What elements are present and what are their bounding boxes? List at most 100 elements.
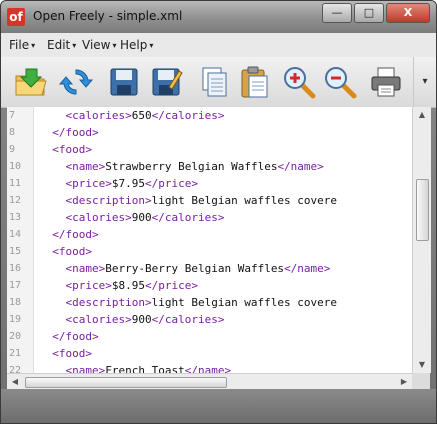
window-controls: — □ X — [320, 3, 430, 23]
close-tag: </name> — [184, 364, 232, 373]
code-editor[interactable]: 7 <calories>650</calories> 8 </food> 9 <fo… — [7, 107, 412, 373]
menu-edit[interactable]: Edit ▾ — [47, 38, 76, 52]
code-line: 13 <calories>900</calories> — [7, 209, 412, 226]
menu-file-label: File — [9, 38, 30, 52]
save-as-icon — [152, 68, 183, 96]
code-text: <food> — [39, 243, 92, 260]
window-title: Open Freely - simple.xml — [33, 9, 183, 23]
open-tag: <food> — [52, 245, 92, 258]
code-text: <name>Strawberry Belgian Waffles</name> — [39, 158, 324, 175]
open-tag: <food> — [52, 347, 92, 360]
open-tag: </food> — [52, 330, 99, 343]
open-button[interactable] — [13, 65, 47, 99]
element-text: 900 — [131, 211, 152, 224]
copy-button[interactable] — [197, 65, 231, 99]
line-number: 18 — [9, 297, 22, 308]
element-text: 900 — [131, 313, 152, 326]
element-text: $8.95 — [111, 279, 145, 292]
open-tag: <price> — [65, 279, 112, 292]
menu-help[interactable]: Help ▾ — [120, 38, 153, 52]
print-icon — [371, 67, 401, 97]
close-tag: </calories> — [151, 211, 225, 224]
code-text: </food> — [39, 124, 99, 141]
code-text: <calories>900</calories> — [39, 209, 225, 226]
window-bottom-frame — [1, 389, 436, 423]
chevron-down-icon: ▾ — [149, 41, 154, 50]
code-line: 16 <name>Berry-Berry Belgian Waffles</na… — [7, 260, 412, 277]
scroll-down-arrow-icon[interactable]: ▼ — [413, 357, 431, 373]
code-line: 12 <description>light Belgian waffles co… — [7, 192, 412, 209]
minimize-button[interactable]: — — [322, 3, 352, 23]
open-tag: <name> — [65, 160, 106, 173]
save-as-button[interactable] — [149, 65, 183, 99]
horizontal-scroll-thumb[interactable] — [25, 377, 227, 388]
vertical-scroll-thumb[interactable] — [416, 179, 429, 241]
toolbar: ▾ — [1, 57, 436, 108]
title-bar[interactable]: of Open Freely - simple.xml — □ X — [1, 1, 436, 33]
refresh-button[interactable] — [58, 65, 94, 99]
line-number: 15 — [9, 246, 22, 257]
zoom-in-button[interactable] — [282, 65, 316, 99]
code-line: 21 <food> — [7, 345, 412, 362]
line-number: 7 — [9, 110, 16, 121]
line-number: 16 — [9, 263, 22, 274]
zoom-out-button[interactable] — [323, 65, 357, 99]
open-tag: <calories> — [65, 109, 132, 122]
open-tag: <name> — [65, 262, 106, 275]
horizontal-scrollbar[interactable]: ◀ ▶ — [7, 373, 412, 390]
maximize-button[interactable]: □ — [354, 3, 384, 23]
scroll-right-arrow-icon[interactable]: ▶ — [396, 374, 412, 390]
open-tag: <description> — [65, 296, 152, 309]
line-number: 13 — [9, 212, 22, 223]
line-number: 14 — [9, 229, 22, 240]
code-text: <name>French Toast</name> — [39, 362, 232, 373]
close-tag: </calories> — [151, 313, 225, 326]
paste-icon — [241, 66, 268, 98]
line-number: 10 — [9, 161, 22, 172]
scroll-left-arrow-icon[interactable]: ◀ — [7, 374, 23, 390]
code-text: <name>Berry-Berry Belgian Waffles</name> — [39, 260, 331, 277]
open-tag: <price> — [65, 177, 112, 190]
open-tag: <calories> — [65, 211, 132, 224]
line-number: 9 — [9, 144, 16, 155]
open-tag: <calories> — [65, 313, 132, 326]
save-button[interactable] — [107, 65, 141, 99]
open-tag: </food> — [52, 126, 99, 139]
print-button[interactable] — [369, 65, 403, 99]
menu-view[interactable]: View ▾ — [82, 38, 117, 52]
code-line: 9 <food> — [7, 141, 412, 158]
code-line: 10 <name>Strawberry Belgian Waffles</nam… — [7, 158, 412, 175]
vertical-scrollbar[interactable]: ▲ ▼ — [412, 107, 431, 373]
code-text: <calories>900</calories> — [39, 311, 225, 328]
close-tag: </price> — [144, 177, 198, 190]
chevron-down-icon: ▾ — [112, 41, 117, 50]
close-tag: </price> — [144, 279, 198, 292]
code-text: <description>light Belgian waffles cover… — [39, 192, 338, 209]
zoom-out-icon — [325, 67, 357, 99]
element-text: French Toast — [105, 364, 185, 373]
element-text: light Belgian waffles covere — [151, 194, 338, 207]
code-line: 11 <price>$7.95</price> — [7, 175, 412, 192]
paste-button[interactable] — [237, 65, 271, 99]
element-text: $7.95 — [111, 177, 145, 190]
code-text: <price>$7.95</price> — [39, 175, 198, 192]
code-line: 14 </food> — [7, 226, 412, 243]
element-text: Berry-Berry Belgian Waffles — [105, 262, 285, 275]
menu-file[interactable]: File ▾ — [9, 38, 35, 52]
menu-help-label: Help — [120, 38, 148, 52]
scroll-up-arrow-icon[interactable]: ▲ — [413, 107, 431, 123]
copy-icon — [202, 67, 227, 97]
close-button[interactable]: X — [386, 3, 430, 23]
code-line: 19 <calories>900</calories> — [7, 311, 412, 328]
chevron-down-icon: ▾ — [72, 41, 77, 50]
toolbar-overflow-button[interactable]: ▾ — [413, 57, 436, 107]
code-text: <food> — [39, 345, 92, 362]
